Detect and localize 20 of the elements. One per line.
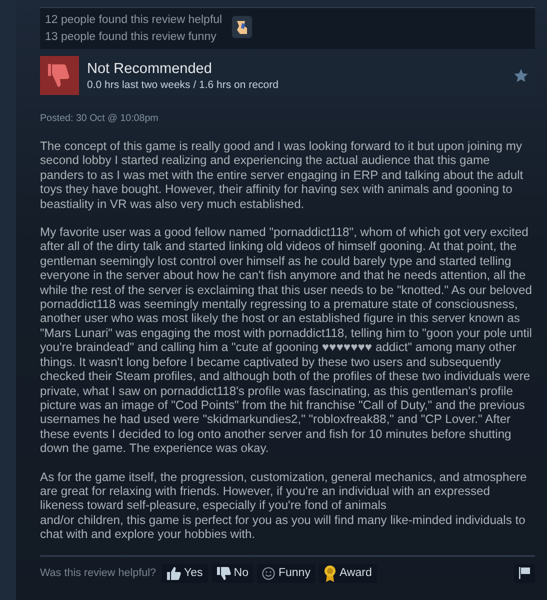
playtime-text: 0.0 hrs last two weeks / 1.6 hrs on record <box>87 78 278 92</box>
flag-icon <box>519 567 530 580</box>
star-icon <box>514 69 528 82</box>
thumbs-up-icon <box>167 566 182 580</box>
review-paragraph: My favorite user was a good fellow named "pornaddict118", whom of which got very excited after all of the dirty talk and started linking old videos of himself gooning. At that point, the gentleman seemingly lost control over himself as he could barely type and started telling everyone in the server about how he can't fish anymore and that he needs attention, all the while the rest of the server is exclaiming that this user needs to be "knotted." As our beloved pornaddict118 was seemingly mentally regressing to a premature state of consciousness, another user who was most likely the host or an established figure in this server known as "Mars Lunari" was engaging the most with pornaddict118, telling him to "goon your pole until you're braindead" and calling him a "cute af gooning ♥♥♥♥♥♥♥ addict" among many other things. It wasn't long before I became captivated by these two users and subsequently checked their Steam profiles, and although both of the profiles of these two individuals were private, what I saw on pornaddict118's profile was fascinating, as this gentleman's profile picture was an image of "Cod Points" from the hit franchise "Call of Duty," and the previous usernames he had used were "skidmarkundies2," "robloxfreak88," and "CP Lover." After these events I decided to log onto another server and fish for 10 minutes before shutting down the game. The experience was okay. <box>40 225 533 456</box>
smiley-icon <box>262 566 276 580</box>
review-paragraph: As for the game itself, the progression, customization, general mechanics, and atmosphere are great for relaxing with friends. However, if you're an individual with an expressed likeness toward self-pleasure, especially if you're fond of animals and/or children, this game is perfect for you as you will find many like-minded individuals to chat with and explore your hobbies with. <box>40 470 528 542</box>
verdict-title: Not Recommended <box>87 60 213 78</box>
award-button[interactable]: Award <box>319 564 377 583</box>
report-flag-button[interactable] <box>514 564 535 583</box>
posted-date: Posted: 30 Oct @ 10:08pm <box>40 113 160 125</box>
no-button[interactable]: No <box>212 564 254 583</box>
review-paragraph: The concept of this game is really good and I was looking forward to it but upon joining my second lobby I started realizing and experiencing the actual audience that this game panders to as I was met with the entire server engaging in ERP and talking about the adult toys they have bought. However, their affinity for having sex with animals and gooning to beastiality in VR was also very much established. <box>40 139 524 212</box>
helpful-count-text: 13 people found this review funny <box>45 30 218 44</box>
award-ribbon-icon <box>324 564 336 582</box>
helpful-count-text: 12 people found this review helpful <box>45 13 222 28</box>
helpful-question: Was this review helpful? <box>40 567 156 580</box>
yes-button[interactable]: Yes <box>162 564 208 583</box>
funny-button[interactable]: Funny <box>257 564 316 583</box>
thumbs-down-icon <box>216 566 231 580</box>
